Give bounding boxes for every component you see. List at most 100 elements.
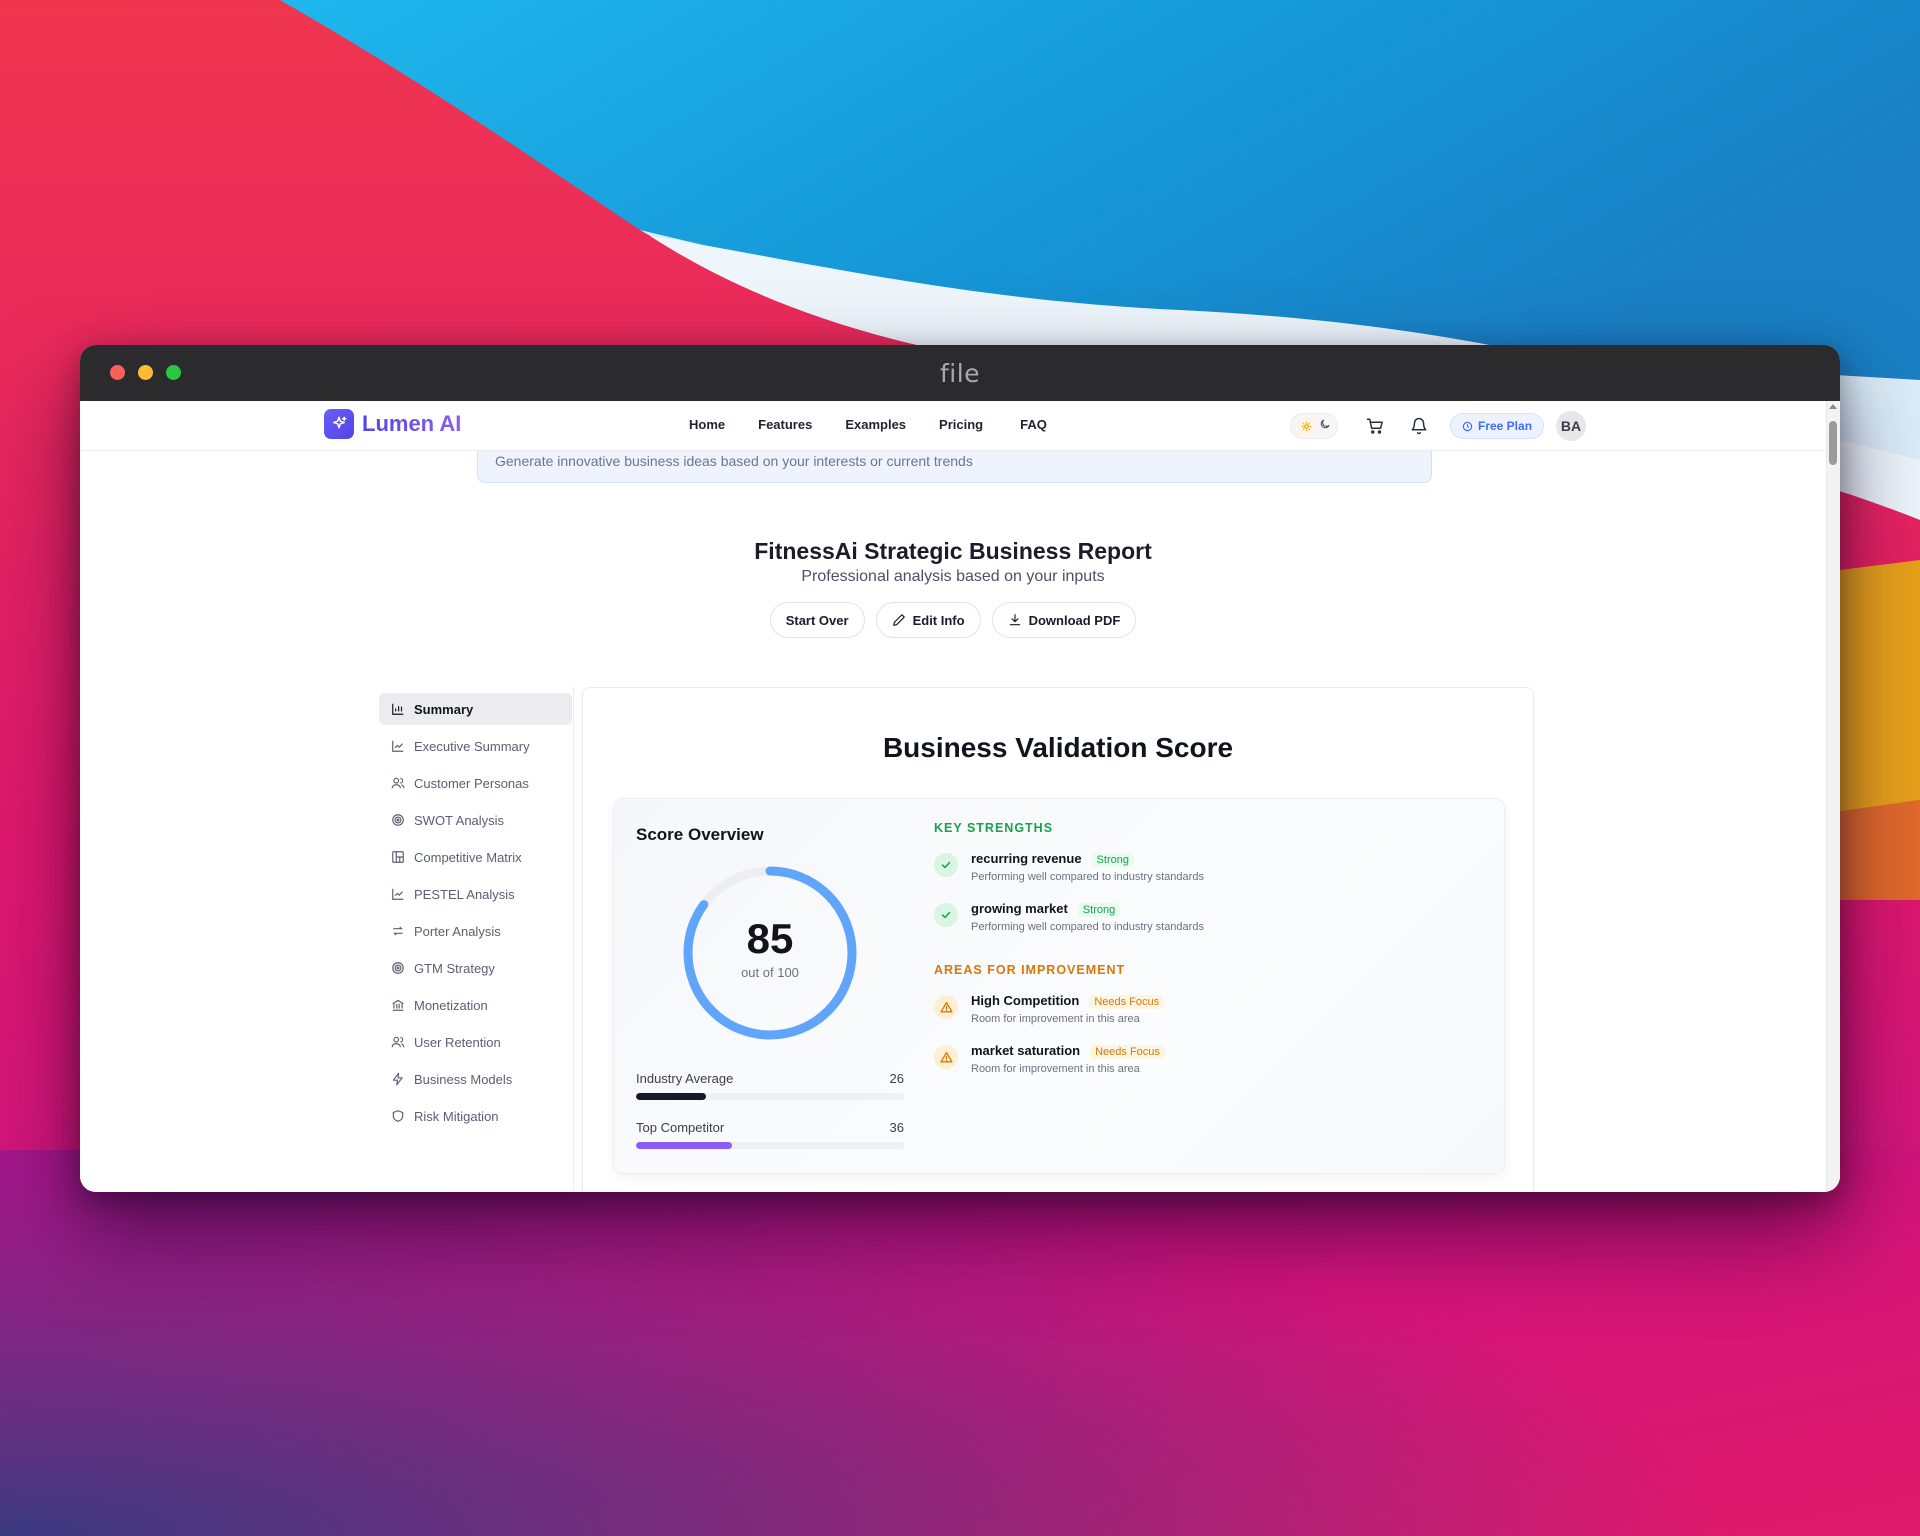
brand-name: Lumen AI bbox=[362, 411, 462, 436]
sparkle-icon bbox=[324, 409, 354, 439]
check-icon bbox=[934, 853, 958, 877]
strength-item: recurring revenue Strong Performing well … bbox=[934, 851, 1454, 891]
bell-icon[interactable] bbox=[1406, 413, 1432, 439]
strength-name: recurring revenue bbox=[971, 851, 1082, 866]
sidebar-item-customer-personas[interactable]: Customer Personas bbox=[379, 767, 572, 799]
banner-description: Generate innovative business ideas based… bbox=[495, 453, 973, 469]
minimize-window-button[interactable] bbox=[138, 365, 153, 380]
sidebar-item-competitive-matrix[interactable]: Competitive Matrix bbox=[379, 841, 572, 873]
line-chart-icon bbox=[391, 887, 405, 901]
improvement-tag: Needs Focus bbox=[1089, 995, 1165, 1009]
report-actions: Start Over Edit Info Download PDF bbox=[80, 602, 1826, 638]
benchmark-track bbox=[636, 1142, 904, 1149]
navbar-actions: Free Plan BA bbox=[1290, 411, 1587, 441]
strength-item: growing market Strong Performing well com… bbox=[934, 901, 1454, 941]
warning-icon bbox=[934, 1045, 958, 1069]
browser-window: file ▬▬▬▬▬▬▬▬▬ Generate innovative busin… bbox=[80, 345, 1840, 1192]
users-icon bbox=[391, 776, 405, 790]
download-pdf-label: Download PDF bbox=[1028, 612, 1121, 628]
benchmark-fill bbox=[636, 1142, 733, 1149]
sidebar-item-label: PESTEL Analysis bbox=[414, 886, 515, 902]
warning-icon bbox=[934, 995, 958, 1019]
sidebar-item-swot-analysis[interactable]: SWOT Analysis bbox=[379, 804, 572, 836]
window-titlebar: file bbox=[80, 345, 1840, 401]
scrollbar-thumb[interactable] bbox=[1829, 421, 1837, 465]
improvement-name: High Competition bbox=[971, 993, 1080, 1008]
sidebar-item-label: Customer Personas bbox=[414, 775, 529, 791]
start-over-label: Start Over bbox=[785, 612, 849, 628]
key-strengths-heading: KEY STRENGTHS bbox=[934, 821, 1054, 835]
report-title: FitnessAi Strategic Business Report bbox=[754, 538, 1152, 564]
edit-info-button[interactable]: Edit Info bbox=[875, 602, 981, 638]
improvement-name-row: market saturation Needs Focus bbox=[971, 1043, 1165, 1059]
strength-name-row: growing market Strong bbox=[971, 901, 1121, 917]
sidebar-item-summary[interactable]: Summary bbox=[379, 693, 572, 725]
close-window-button[interactable] bbox=[110, 365, 125, 380]
scroll-up-icon[interactable] bbox=[1829, 404, 1837, 409]
sidebar-item-label: GTM Strategy bbox=[414, 960, 495, 976]
strength-tag: Strong bbox=[1077, 903, 1121, 917]
brand-logo[interactable]: Lumen AI bbox=[324, 409, 461, 439]
strength-description: Performing well compared to industry sta… bbox=[971, 921, 1204, 933]
nav-link-examples[interactable]: Examples bbox=[845, 417, 906, 432]
strength-description: Performing well compared to industry sta… bbox=[971, 871, 1204, 883]
strength-name-row: recurring revenue Strong bbox=[971, 851, 1134, 867]
users-icon bbox=[391, 1035, 405, 1049]
report-subtitle: Professional analysis based on your inpu… bbox=[801, 568, 1105, 585]
window-title: file bbox=[939, 358, 981, 388]
window-controls bbox=[110, 365, 181, 380]
download-icon bbox=[1009, 614, 1020, 626]
nav-link-pricing[interactable]: Pricing bbox=[939, 417, 983, 432]
nav-link-home[interactable]: Home bbox=[689, 417, 725, 432]
improvement-item: market saturation Needs Focus Room for im… bbox=[934, 1043, 1454, 1083]
pencil-icon bbox=[892, 614, 905, 626]
sidebar-item-label: Porter Analysis bbox=[414, 923, 501, 939]
sidebar-item-pestel-analysis[interactable]: PESTEL Analysis bbox=[379, 878, 572, 910]
edit-info-label: Edit Info bbox=[912, 612, 965, 628]
report-sidebar: Summary Executive Summary Customer Perso… bbox=[373, 687, 574, 1192]
summary-panel: Business Validation Score Score Overview… bbox=[582, 687, 1534, 1192]
sun-icon bbox=[1297, 417, 1315, 435]
improvement-description: Room for improvement in this area bbox=[971, 1013, 1140, 1025]
cart-icon[interactable] bbox=[1362, 413, 1388, 439]
main-nav: Home Features Examples Pricing FAQ bbox=[689, 417, 1047, 432]
sidebar-item-label: Summary bbox=[414, 701, 474, 717]
page-viewport: ▬▬▬▬▬▬▬▬▬ Generate innovative business i… bbox=[80, 401, 1840, 1192]
sidebar-item-porter-analysis[interactable]: Porter Analysis bbox=[379, 915, 572, 947]
sidebar-item-user-retention[interactable]: User Retention bbox=[379, 1026, 572, 1058]
bank-icon bbox=[391, 998, 405, 1012]
moon-icon bbox=[1319, 417, 1331, 435]
benchmark-label: Industry Average bbox=[636, 1071, 734, 1086]
sidebar-item-monetization[interactable]: Monetization bbox=[379, 989, 572, 1021]
shield-icon bbox=[391, 1109, 405, 1123]
score-overview-heading: Score Overview bbox=[636, 825, 764, 844]
sidebar-item-gtm-strategy[interactable]: GTM Strategy bbox=[379, 952, 572, 984]
improvement-tag: Needs Focus bbox=[1090, 1045, 1165, 1059]
sidebar-item-business-models[interactable]: Business Models bbox=[379, 1063, 572, 1095]
sidebar-item-executive-summary[interactable]: Executive Summary bbox=[379, 730, 572, 762]
grid-icon bbox=[391, 850, 405, 864]
plan-badge[interactable]: Free Plan bbox=[1450, 413, 1545, 439]
user-avatar[interactable]: BA bbox=[1556, 411, 1587, 441]
nav-link-faq[interactable]: FAQ bbox=[1020, 417, 1047, 432]
sidebar-item-risk-mitigation[interactable]: Risk Mitigation bbox=[379, 1100, 572, 1132]
plan-label: Free Plan bbox=[1478, 419, 1533, 433]
start-over-button[interactable]: Start Over bbox=[769, 602, 865, 638]
strength-tag: Strong bbox=[1091, 853, 1134, 867]
sidebar-item-label: Business Models bbox=[414, 1071, 513, 1087]
improvement-item: High Competition Needs Focus Room for imp… bbox=[934, 993, 1454, 1033]
theme-toggle[interactable] bbox=[1290, 413, 1338, 439]
score-card: Score Overview 85 out of 100 Industry Av… bbox=[613, 798, 1505, 1174]
improvement-name: market saturation bbox=[971, 1043, 1081, 1058]
page-scrollbar[interactable] bbox=[1826, 401, 1840, 1192]
score-value: 85 bbox=[746, 915, 794, 962]
nav-link-features[interactable]: Features bbox=[758, 417, 812, 432]
target-icon bbox=[391, 961, 405, 975]
sidebar-item-label: Competitive Matrix bbox=[414, 849, 522, 865]
sidebar-item-label: User Retention bbox=[414, 1034, 501, 1050]
download-pdf-button[interactable]: Download PDF bbox=[991, 602, 1137, 638]
clock-icon bbox=[1462, 421, 1473, 431]
zoom-window-button[interactable] bbox=[166, 365, 181, 380]
bar-chart-icon bbox=[391, 702, 405, 716]
top-navbar: Lumen AI Home Features Examples Pricing … bbox=[80, 401, 1826, 451]
